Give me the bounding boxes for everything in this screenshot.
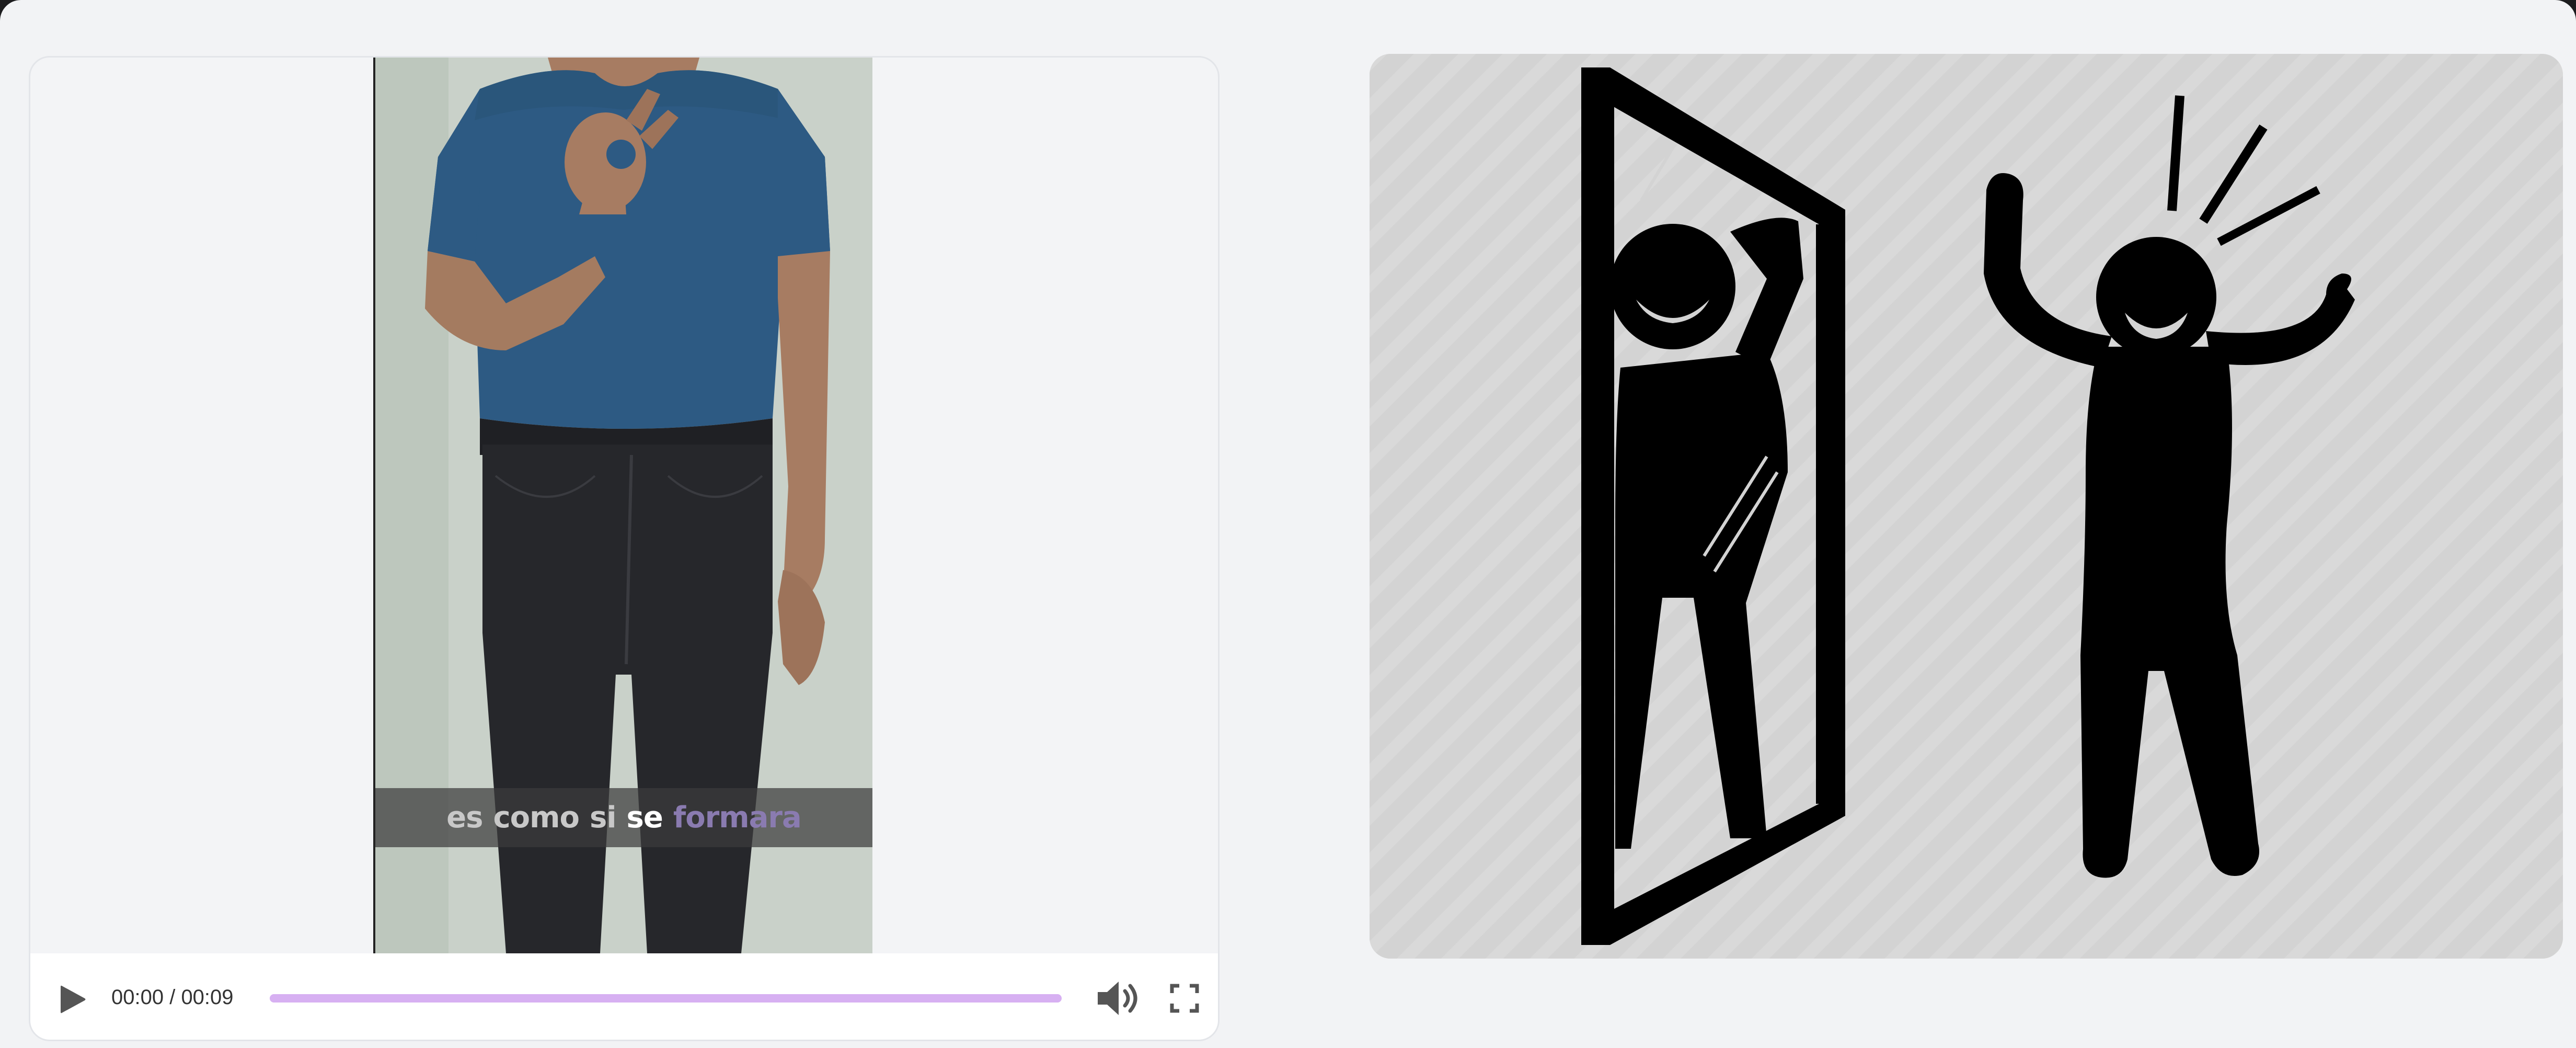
play-button[interactable] — [55, 983, 89, 1016]
video-frame[interactable]: es como si se formara — [373, 58, 872, 953]
subtitle-word-upcoming: formara — [673, 801, 802, 835]
volume-icon — [1098, 982, 1137, 1015]
page: es como si se formara 00:00 / 00:09 — [0, 0, 2576, 1048]
seek-bar-fill — [270, 994, 1062, 1003]
play-icon — [61, 985, 86, 1013]
video-player: es como si se formara 00:00 / 00:09 — [29, 56, 1220, 1041]
fullscreen-button[interactable] — [1169, 983, 1200, 1014]
volume-button[interactable] — [1095, 977, 1145, 1019]
illustration-card — [1370, 54, 2563, 959]
subtitle-word: es — [446, 801, 483, 835]
fullscreen-icon — [1170, 984, 1199, 1013]
subtitle-word: como — [493, 801, 579, 835]
subtitle-word-current: se — [626, 801, 663, 835]
seek-bar[interactable] — [270, 994, 1062, 1003]
video-controls: 00:00 / 00:09 — [30, 953, 1218, 1040]
time-display: 00:00 / 00:09 — [111, 986, 234, 1009]
subtitle-bar: es como si se formara — [375, 788, 872, 847]
subtitle-word: si — [589, 801, 617, 835]
mirror-reflection-celebration-icon — [1370, 54, 2563, 959]
